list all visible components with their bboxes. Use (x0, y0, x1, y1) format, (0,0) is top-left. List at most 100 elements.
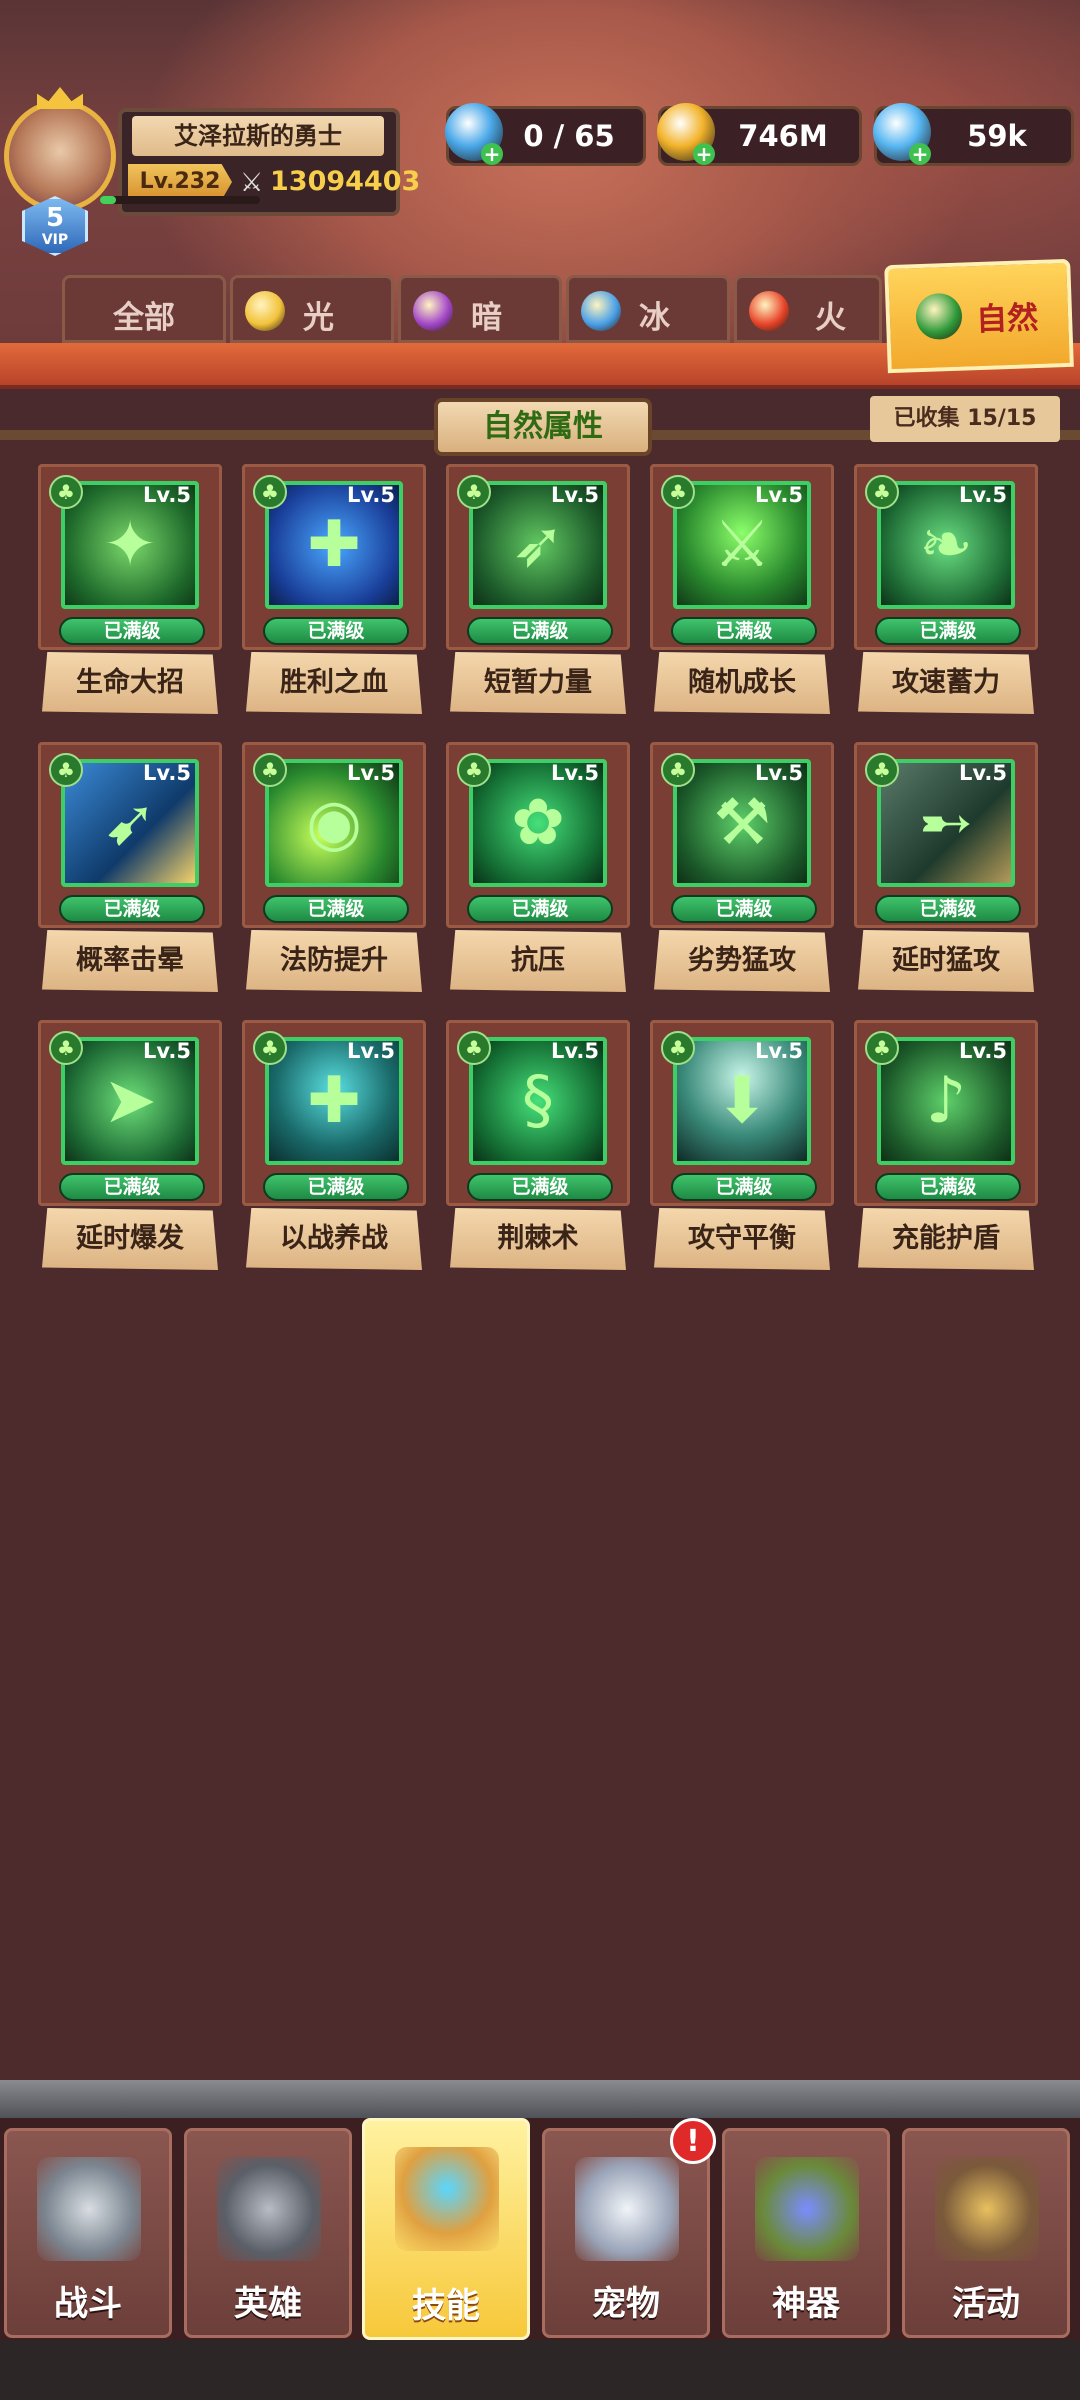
nav-label: 技能 (412, 2286, 480, 2326)
clover-icon: ♣ (457, 475, 491, 509)
skill-card[interactable]: ➤ ♣ Lv.5 已满级 延时爆发 (38, 1020, 222, 1272)
skill-level: Lv.5 (551, 761, 599, 785)
skill-card[interactable]: ➸ ♣ Lv.5 已满级 延时猛攻 (854, 742, 1038, 994)
add-gold-icon[interactable]: + (693, 143, 715, 165)
skill-name: 随机成长 (654, 652, 830, 714)
player-avatar[interactable] (4, 87, 116, 212)
resource-gold[interactable]: + 746M (657, 103, 862, 166)
skill-card[interactable]: ✚ ♣ Lv.5 已满级 胜利之血 (242, 464, 426, 716)
skill-name: 胜利之血 (246, 652, 422, 714)
skill-status: 已满级 (875, 895, 1021, 923)
skill-card[interactable]: ⚔ ♣ Lv.5 已满级 随机成长 (650, 464, 834, 716)
vip-label: VIP (41, 232, 69, 248)
skill-name: 延时爆发 (42, 1208, 218, 1270)
skill-status: 已满级 (59, 1173, 205, 1201)
skill-frame: ➹ ♣ Lv.5 已满级 (38, 742, 222, 928)
skill-card[interactable]: ❧ ♣ Lv.5 已满级 攻速蓄力 (854, 464, 1038, 716)
tab-label: 自然 (975, 299, 1039, 339)
clover-icon: ♣ (253, 475, 287, 509)
tab-dark[interactable]: 暗 (398, 275, 562, 343)
skill-name: 生命大招 (42, 652, 218, 714)
pet-alert-icon: ! (670, 2118, 716, 2164)
nav-artifacts[interactable]: 神器 (722, 2128, 890, 2338)
clover-icon: ♣ (253, 753, 287, 787)
skill-level: Lv.5 (551, 483, 599, 507)
xp-bar-fill (100, 196, 116, 204)
clover-icon: ♣ (457, 1031, 491, 1065)
skill-card[interactable]: ◉ ♣ Lv.5 已满级 法防提升 (242, 742, 426, 994)
tab-label: 冰 (639, 300, 670, 336)
nav-events[interactable]: 活动 (902, 2128, 1070, 2338)
xp-bar (100, 196, 260, 204)
add-stars-icon[interactable]: + (481, 143, 503, 165)
skill-level: Lv.5 (755, 483, 803, 507)
skill-card[interactable]: ✚ ♣ Lv.5 已满级 以战养战 (242, 1020, 426, 1272)
skill-frame: ⚔ ♣ Lv.5 已满级 (650, 464, 834, 650)
tab-fire[interactable]: 火 (734, 275, 882, 343)
combat-power: 13094403 (270, 166, 421, 197)
skill-name: 劣势猛攻 (654, 930, 830, 992)
pet-wings-icon (575, 2157, 679, 2261)
skill-name: 荆棘术 (450, 1208, 626, 1270)
skill-name: 概率击晕 (42, 930, 218, 992)
player-name: 艾泽拉斯的勇士 (132, 116, 384, 156)
skill-card[interactable]: ➹ ♣ Lv.5 已满级 概率击晕 (38, 742, 222, 994)
skill-card[interactable]: ✦ ♣ Lv.5 已满级 生命大招 (38, 464, 222, 716)
diamonds-value: 59k (967, 119, 1027, 153)
skill-level: Lv.5 (755, 1039, 803, 1063)
clover-icon: ♣ (49, 475, 83, 509)
sun-icon (245, 291, 285, 331)
player-level: Lv.232 (128, 164, 232, 200)
skill-frame: ➤ ♣ Lv.5 已满级 (38, 1020, 222, 1206)
skill-card[interactable]: ✿ ♣ Lv.5 已满级 抗压 (446, 742, 630, 994)
stars-value: 0 / 65 (523, 119, 615, 153)
tab-light[interactable]: 光 (230, 275, 394, 343)
skill-level: Lv.5 (959, 1039, 1007, 1063)
skill-level: Lv.5 (755, 761, 803, 785)
skill-frame: ✚ ♣ Lv.5 已满级 (242, 464, 426, 650)
clover-icon: ♣ (457, 753, 491, 787)
skill-frame: ⚒ ♣ Lv.5 已满级 (650, 742, 834, 928)
nav-skills[interactable]: 技能 (362, 2118, 530, 2340)
nav-label: 活动 (952, 2284, 1020, 2324)
clover-icon: ♣ (865, 1031, 899, 1065)
skill-card[interactable]: ⚒ ♣ Lv.5 已满级 劣势猛攻 (650, 742, 834, 994)
clover-icon: ♣ (865, 475, 899, 509)
vip-level: 5 (45, 203, 65, 233)
add-diamonds-icon[interactable]: + (909, 143, 931, 165)
skill-frame: ♪ ♣ Lv.5 已满级 (854, 1020, 1038, 1206)
ice-crystal-icon (581, 291, 621, 331)
skill-name: 延时猛攻 (858, 930, 1034, 992)
tab-label: 暗 (471, 300, 502, 336)
system-bar (0, 2340, 1080, 2400)
skill-status: 已满级 (671, 1173, 817, 1201)
nav-label: 神器 (772, 2284, 840, 2324)
skill-frame: ➶ ♣ Lv.5 已满级 (446, 464, 630, 650)
clover-icon: ♣ (49, 1031, 83, 1065)
tab-nature[interactable]: 自然 (884, 258, 1074, 374)
tab-all[interactable]: 全部 (62, 275, 226, 343)
section-title: 自然属性 (434, 398, 652, 456)
nav-label: 战斗 (54, 2284, 122, 2324)
tab-ice[interactable]: 冰 (566, 275, 730, 343)
clover-icon: ♣ (661, 475, 695, 509)
skill-card[interactable]: ➶ ♣ Lv.5 已满级 短暂力量 (446, 464, 630, 716)
skill-name: 攻守平衡 (654, 1208, 830, 1270)
skill-frame: ➸ ♣ Lv.5 已满级 (854, 742, 1038, 928)
skill-card[interactable]: § ♣ Lv.5 已满级 荆棘术 (446, 1020, 630, 1272)
resource-stars[interactable]: + 0 / 65 (445, 103, 646, 166)
clover-icon (915, 292, 963, 341)
nav-heroes[interactable]: 英雄 (184, 2128, 352, 2338)
skill-status: 已满级 (59, 617, 205, 645)
skill-card[interactable]: ♪ ♣ Lv.5 已满级 充能护盾 (854, 1020, 1038, 1272)
skill-name: 以战养战 (246, 1208, 422, 1270)
tab-label: 全部 (113, 300, 175, 336)
skill-level: Lv.5 (347, 761, 395, 785)
skill-name: 短暂力量 (450, 652, 626, 714)
resource-diamonds[interactable]: + 59k (873, 103, 1074, 166)
nav-battle[interactable]: 战斗 (4, 2128, 172, 2338)
skill-status: 已满级 (263, 895, 409, 923)
skill-card[interactable]: ⬇ ♣ Lv.5 已满级 攻守平衡 (650, 1020, 834, 1272)
tab-label: 火 (815, 300, 846, 336)
skill-level: Lv.5 (143, 483, 191, 507)
